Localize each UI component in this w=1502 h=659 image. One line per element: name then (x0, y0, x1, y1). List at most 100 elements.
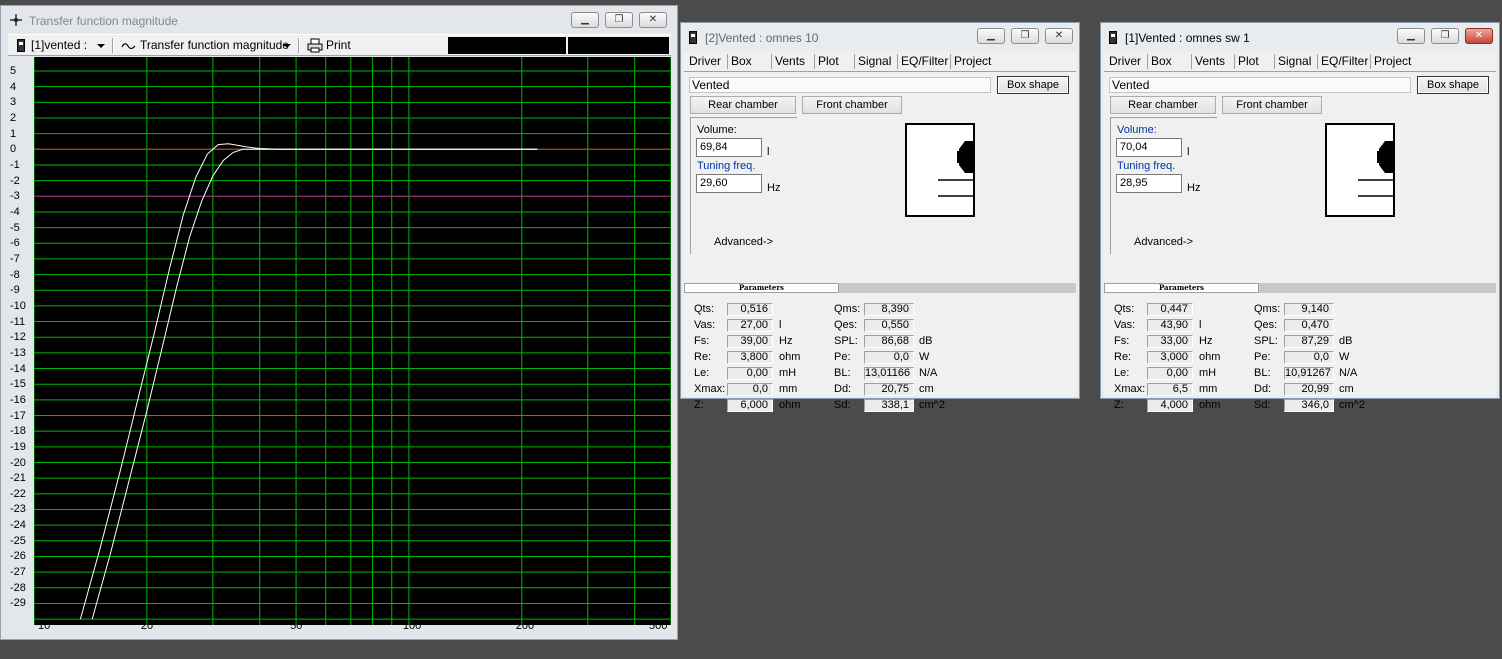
plot-area[interactable] (33, 57, 672, 625)
tab-vents[interactable]: Vents (1195, 54, 1225, 70)
window-title: Transfer function magnitude (29, 14, 178, 28)
close-button[interactable]: ✕ (1465, 28, 1493, 44)
param-value: 0,00 (1147, 367, 1193, 380)
x-tick-label: 50 (290, 620, 303, 632)
x-tick-label: 10 (38, 620, 51, 632)
parameters-bar (839, 283, 1076, 293)
param-label: Qts: (1114, 303, 1135, 315)
param-label: Dd: (1254, 383, 1272, 395)
tab-eq-filter[interactable]: EQ/Filter (1321, 54, 1368, 70)
tab-box[interactable]: Box (731, 54, 752, 70)
waveform-icon (121, 43, 136, 50)
param-unit: cm (919, 383, 934, 395)
param-unit: ohm (1199, 399, 1221, 411)
response-curve (79, 143, 538, 620)
tab-separator (854, 54, 855, 69)
tab-eq-filter[interactable]: EQ/Filter (901, 54, 948, 70)
box-shape-button[interactable]: Box shape (997, 76, 1069, 94)
param-label: Vas: (694, 319, 716, 331)
tab-box[interactable]: Box (1151, 54, 1172, 70)
volume-input[interactable]: 70,04 (1116, 138, 1182, 157)
x-tick-label: 500 (649, 620, 668, 632)
tab-separator (771, 54, 772, 69)
rear-chamber-button[interactable]: Rear chamber (1110, 96, 1216, 114)
tuning-freq-input[interactable]: 29,60 (696, 174, 762, 193)
minimize-button[interactable]: ▁ (571, 12, 599, 28)
param-value: 20,75 (864, 383, 914, 396)
param-value: 0,0 (864, 351, 914, 364)
param-label: Qms: (1254, 303, 1281, 315)
title-bar[interactable]: [2]Vented : omnes 10 ▁ ❐ ✕ (681, 23, 1079, 51)
driver-select[interactable]: [1]vented : (31, 38, 87, 52)
tuning-freq-input[interactable]: 28,95 (1116, 174, 1182, 193)
graph-toolbar: [1]vented : Transfer function magnitude … (8, 34, 671, 56)
x-tick-label: 100 (402, 620, 422, 632)
window-title: [2]Vented : omnes 10 (705, 31, 819, 45)
parameters-tab[interactable]: Parameters (1104, 283, 1259, 293)
tab-vents[interactable]: Vents (775, 54, 805, 70)
front-chamber-button[interactable]: Front chamber (802, 96, 902, 114)
rear-chamber-button[interactable]: Rear chamber (690, 96, 796, 114)
maximize-button[interactable]: ❐ (605, 12, 633, 28)
tab-separator (1317, 54, 1318, 69)
tuning-freq-label: Tuning freq. (1117, 160, 1176, 172)
param-value: 338,1 (864, 399, 914, 412)
param-unit: W (919, 351, 930, 363)
param-value: 0,0 (1284, 351, 1334, 364)
tab-plot[interactable]: Plot (818, 54, 839, 70)
tab-plot[interactable]: Plot (1238, 54, 1259, 70)
tab-separator (727, 54, 728, 69)
speaker-driver-icon (1358, 141, 1393, 197)
driver-window-omnessw1[interactable]: [1]Vented : omnes sw 1 ▁ ❐ ✕ Driver Box Ve… (1100, 22, 1500, 412)
plot-mode-select[interactable]: Transfer function magnitude (140, 38, 289, 52)
crosshair-icon (10, 14, 22, 26)
transfer-function-window[interactable]: Transfer function magnitude ▁ ❐ ✕ [1]ven… (0, 5, 678, 640)
tab-separator (1370, 54, 1371, 69)
param-value: 20,99 (1284, 383, 1334, 396)
close-button[interactable]: ✕ (1045, 28, 1073, 44)
param-value: 0,550 (864, 319, 914, 332)
volume-input[interactable]: 69,84 (696, 138, 762, 157)
minimize-button[interactable]: ▁ (977, 28, 1005, 44)
tab-separator (1147, 54, 1148, 69)
title-bar[interactable]: Transfer function magnitude ▁ ❐ ✕ (1, 6, 677, 34)
close-button[interactable]: ✕ (639, 12, 667, 28)
param-unit: ohm (779, 351, 801, 363)
toolbar-separator (112, 38, 114, 53)
param-unit: N/A (1339, 367, 1358, 379)
tab-separator (1234, 54, 1235, 69)
tab-driver[interactable]: Driver (1109, 54, 1141, 70)
param-label: Qes: (834, 319, 858, 331)
chevron-down-icon[interactable] (283, 44, 291, 48)
driver-window-omnes10[interactable]: [2]Vented : omnes 10 ▁ ❐ ✕ Driver Box Vent… (680, 22, 1080, 412)
tuning-freq-unit: Hz (1187, 182, 1201, 194)
tab-signal[interactable]: Signal (858, 54, 891, 70)
tab-project[interactable]: Project (1374, 54, 1411, 70)
minimize-button[interactable]: ▁ (1397, 28, 1425, 44)
tab-driver[interactable]: Driver (689, 54, 721, 70)
param-unit: mH (779, 367, 797, 379)
maximize-button[interactable]: ❐ (1011, 28, 1039, 44)
print-button[interactable]: Print (326, 38, 351, 52)
advanced-button[interactable]: Advanced-> (714, 236, 773, 248)
advanced-button[interactable]: Advanced-> (1134, 236, 1193, 248)
magnitude-chart (33, 57, 672, 625)
tab-signal[interactable]: Signal (1278, 54, 1311, 70)
front-chamber-button[interactable]: Front chamber (1222, 96, 1322, 114)
param-value: 0,00 (727, 367, 773, 380)
maximize-button[interactable]: ❐ (1431, 28, 1459, 44)
tab-separator (950, 54, 951, 69)
param-label: Re: (1114, 351, 1132, 363)
tab-project[interactable]: Project (954, 54, 991, 70)
param-value: 0,516 (727, 303, 773, 316)
chevron-down-icon[interactable] (97, 44, 105, 48)
parameters-tab[interactable]: Parameters (684, 283, 839, 293)
param-label: Qes: (1254, 319, 1278, 331)
box-shape-button[interactable]: Box shape (1417, 76, 1489, 94)
status-box (568, 37, 669, 54)
param-label: Pe: (834, 351, 851, 363)
param-label: Fs: (694, 335, 710, 347)
param-label: Dd: (834, 383, 852, 395)
title-bar[interactable]: [1]Vented : omnes sw 1 ▁ ❐ ✕ (1101, 23, 1499, 51)
param-value: 27,00 (727, 319, 773, 332)
